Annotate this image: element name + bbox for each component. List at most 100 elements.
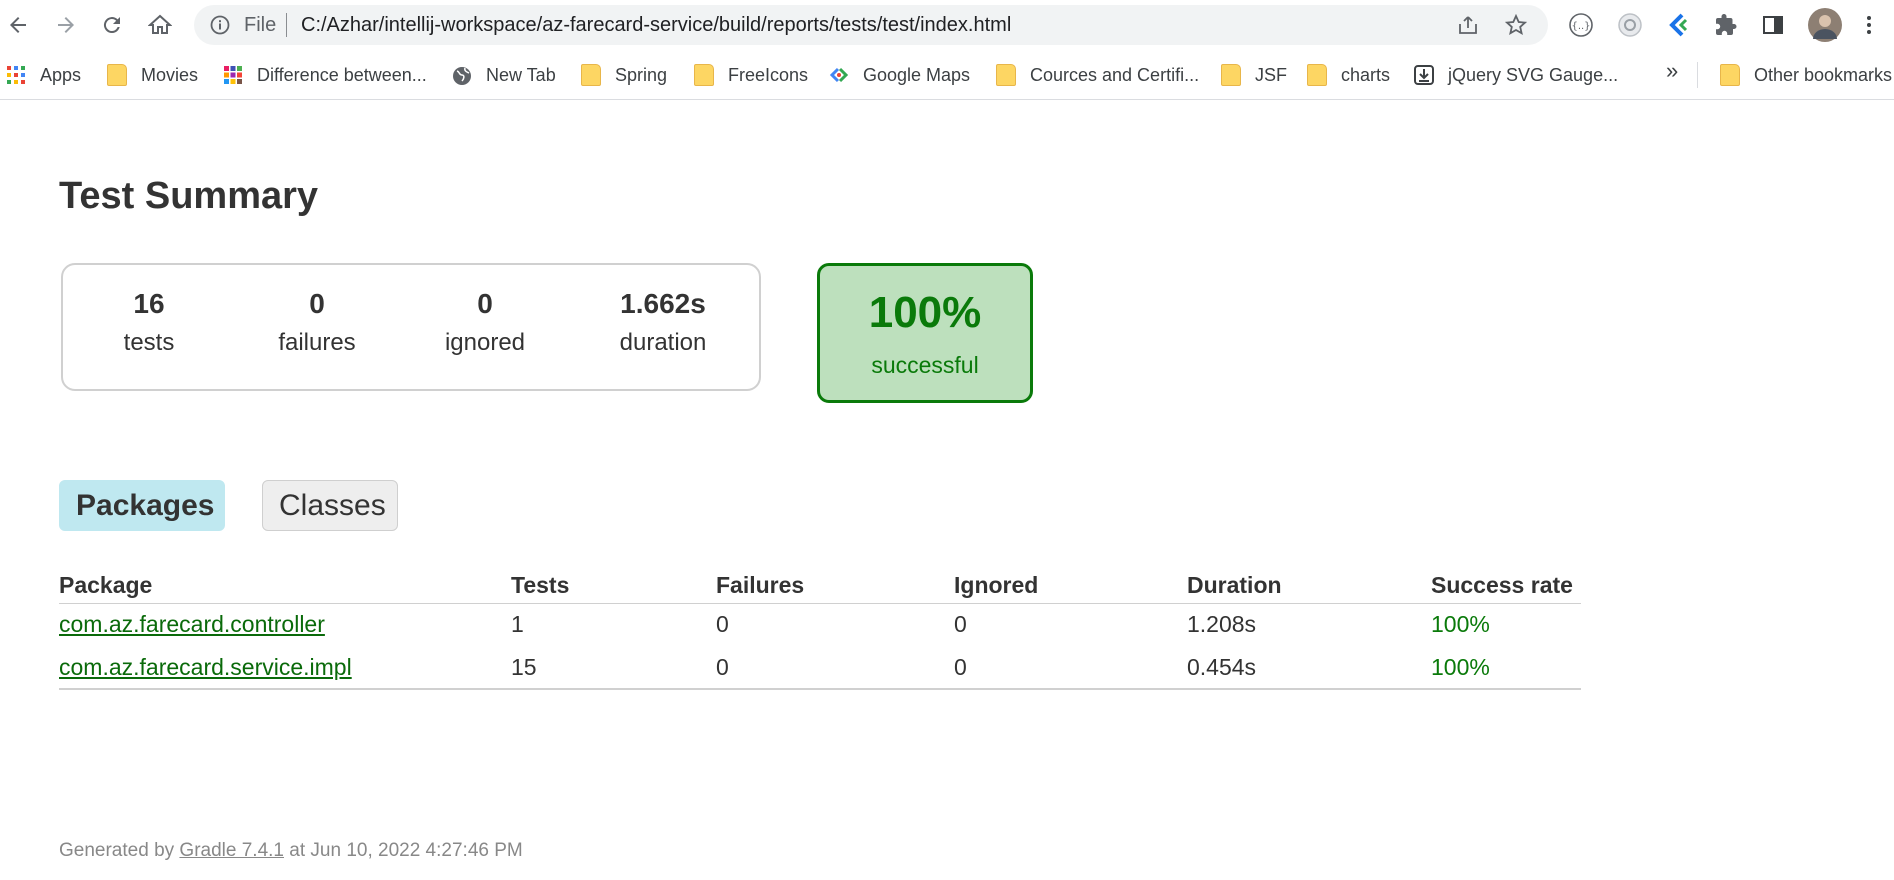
gradle-link[interactable]: Gradle 7.4.1 bbox=[179, 840, 284, 861]
bookmark-google-maps[interactable]: Google Maps bbox=[829, 62, 970, 88]
bookmark-new-tab[interactable]: New Tab bbox=[452, 62, 556, 88]
footer-timestamp: at Jun 10, 2022 4:27:46 PM bbox=[289, 840, 523, 861]
success-rate-label: successful bbox=[871, 352, 979, 378]
success-rate-cell: 100% bbox=[1431, 646, 1581, 690]
bookmark-difference-between[interactable]: Difference between... bbox=[223, 62, 427, 88]
bookmark-label: Other bookmarks bbox=[1754, 64, 1893, 85]
home-button[interactable] bbox=[144, 9, 176, 41]
tests-cell: 1 bbox=[511, 611, 524, 638]
table-header-row: Package Tests Failures Ignored Duration … bbox=[59, 569, 1581, 604]
more-vert-icon[interactable] bbox=[1855, 11, 1883, 39]
bookmarks-overflow-chevron-icon[interactable]: » bbox=[1666, 58, 1678, 84]
counter-value: 1.662s bbox=[620, 288, 706, 319]
svg-text:{..}: {..} bbox=[1571, 21, 1590, 32]
column-header-failures: Failures bbox=[716, 569, 954, 604]
summary-counters: 16 tests 0 failures 0 ignored 1.662s dur… bbox=[61, 263, 761, 391]
extension-k-icon[interactable] bbox=[1665, 11, 1693, 39]
bookmark-label: Spring bbox=[615, 64, 668, 85]
folder-icon bbox=[694, 64, 714, 86]
counter-value: 0 bbox=[477, 288, 493, 319]
column-header-ignored: Ignored bbox=[954, 569, 1187, 604]
profile-avatar[interactable] bbox=[1808, 8, 1842, 42]
bookmark-label: FreeIcons bbox=[728, 64, 809, 85]
browser-toolbar: File C:/Azhar/intellij-workspace/az-fare… bbox=[0, 0, 1894, 50]
tab-classes[interactable]: Classes bbox=[262, 480, 398, 531]
column-header-tests: Tests bbox=[511, 569, 716, 604]
bookmark-label: JSF bbox=[1255, 64, 1288, 85]
success-rate-value: 100% bbox=[868, 288, 982, 337]
address-bar[interactable]: File C:/Azhar/intellij-workspace/az-fare… bbox=[194, 5, 1548, 45]
extension-camera-icon[interactable] bbox=[1616, 11, 1644, 39]
ignored-cell: 0 bbox=[954, 611, 967, 638]
bookmark-apps[interactable]: Apps bbox=[6, 62, 81, 88]
info-icon[interactable] bbox=[210, 15, 230, 35]
success-rate-cell: 100% bbox=[1431, 611, 1490, 638]
bookmarks-divider bbox=[1697, 62, 1698, 88]
reload-button[interactable] bbox=[96, 9, 128, 41]
globe-icon bbox=[453, 67, 471, 85]
folder-icon bbox=[1221, 64, 1241, 86]
extension-braces-icon[interactable]: {..} bbox=[1567, 11, 1595, 39]
counter-duration: 1.662s duration bbox=[583, 287, 743, 357]
packages-table: Package Tests Failures Ignored Duration … bbox=[59, 569, 1581, 690]
package-link[interactable]: com.az.farecard.service.impl bbox=[59, 654, 352, 680]
counter-ignored: 0 ignored bbox=[405, 287, 565, 357]
failures-cell: 0 bbox=[716, 646, 954, 690]
bookmark-label: Movies bbox=[141, 64, 199, 85]
success-rate-box: 100% successful bbox=[817, 263, 1033, 403]
duration-cell: 0.454s bbox=[1187, 646, 1431, 690]
home-icon bbox=[148, 14, 172, 34]
counter-value: 0 bbox=[309, 288, 325, 319]
reload-icon bbox=[103, 17, 120, 34]
maps-icon bbox=[829, 67, 849, 83]
bookmark-other-bookmarks[interactable]: Other bookmarks bbox=[1720, 62, 1892, 88]
column-header-package: Package bbox=[59, 569, 511, 604]
bookmark-label: jQuery SVG Gauge... bbox=[1448, 64, 1619, 85]
bookmark-label: Difference between... bbox=[257, 64, 427, 85]
table-row: com.az.farecard.controller 1 0 0 1.208s … bbox=[59, 603, 1581, 646]
bookmark-jquery-svg-gauge[interactable]: jQuery SVG Gauge... bbox=[1414, 62, 1618, 88]
download-icon bbox=[1414, 65, 1434, 85]
arrow-left-icon bbox=[10, 17, 26, 33]
bookmark-spring[interactable]: Spring bbox=[581, 62, 667, 88]
omnibox-scheme: File bbox=[244, 14, 277, 36]
package-cell: com.az.farecard.service.impl bbox=[59, 646, 511, 690]
tests-cell: 15 bbox=[511, 646, 716, 690]
counter-tests: 16 tests bbox=[69, 287, 229, 357]
package-cell: com.az.farecard.controller bbox=[59, 603, 511, 646]
forward-button[interactable] bbox=[50, 9, 82, 41]
apps-grid-icon bbox=[7, 66, 25, 84]
counter-value: 16 bbox=[133, 288, 165, 319]
folder-icon bbox=[107, 64, 127, 86]
bookmark-cources[interactable]: Cources and Certifi... bbox=[996, 62, 1199, 88]
colorful-grid-icon bbox=[224, 66, 242, 84]
url-text[interactable]: C:/Azhar/intellij-workspace/az-farecard-… bbox=[301, 15, 1011, 35]
bookmark-jsf[interactable]: JSF bbox=[1221, 62, 1287, 88]
bookmark-label: charts bbox=[1341, 64, 1391, 85]
bookmark-label: Google Maps bbox=[863, 64, 971, 85]
counter-failures: 0 failures bbox=[237, 287, 397, 357]
star-icon[interactable] bbox=[1505, 14, 1527, 36]
folder-icon bbox=[1307, 64, 1327, 86]
column-header-success-rate: Success rate bbox=[1431, 569, 1581, 604]
tab-packages[interactable]: Packages bbox=[59, 480, 225, 531]
share-icon[interactable] bbox=[1457, 14, 1479, 36]
folder-icon bbox=[1720, 64, 1740, 86]
omnibox-separator bbox=[286, 13, 287, 37]
package-link[interactable]: com.az.farecard.controller bbox=[59, 611, 325, 637]
page-title: Test Summary bbox=[59, 175, 319, 217]
back-button[interactable] bbox=[2, 9, 34, 41]
counter-label: duration bbox=[619, 329, 707, 356]
bookmarks-bar: Apps Movies Difference between... New Ta… bbox=[0, 50, 1894, 100]
bookmark-freeicons[interactable]: FreeIcons bbox=[694, 62, 808, 88]
extensions-puzzle-icon[interactable] bbox=[1712, 11, 1740, 39]
folder-icon bbox=[996, 64, 1016, 86]
counter-label: ignored bbox=[444, 329, 526, 356]
bookmark-charts[interactable]: charts bbox=[1307, 62, 1390, 88]
arrow-right-icon bbox=[58, 17, 74, 33]
bookmark-movies[interactable]: Movies bbox=[107, 62, 198, 88]
bookmark-label: New Tab bbox=[486, 64, 556, 85]
side-panel-icon[interactable] bbox=[1759, 11, 1787, 39]
counter-label: failures bbox=[278, 329, 356, 356]
column-header-duration: Duration bbox=[1187, 569, 1431, 604]
